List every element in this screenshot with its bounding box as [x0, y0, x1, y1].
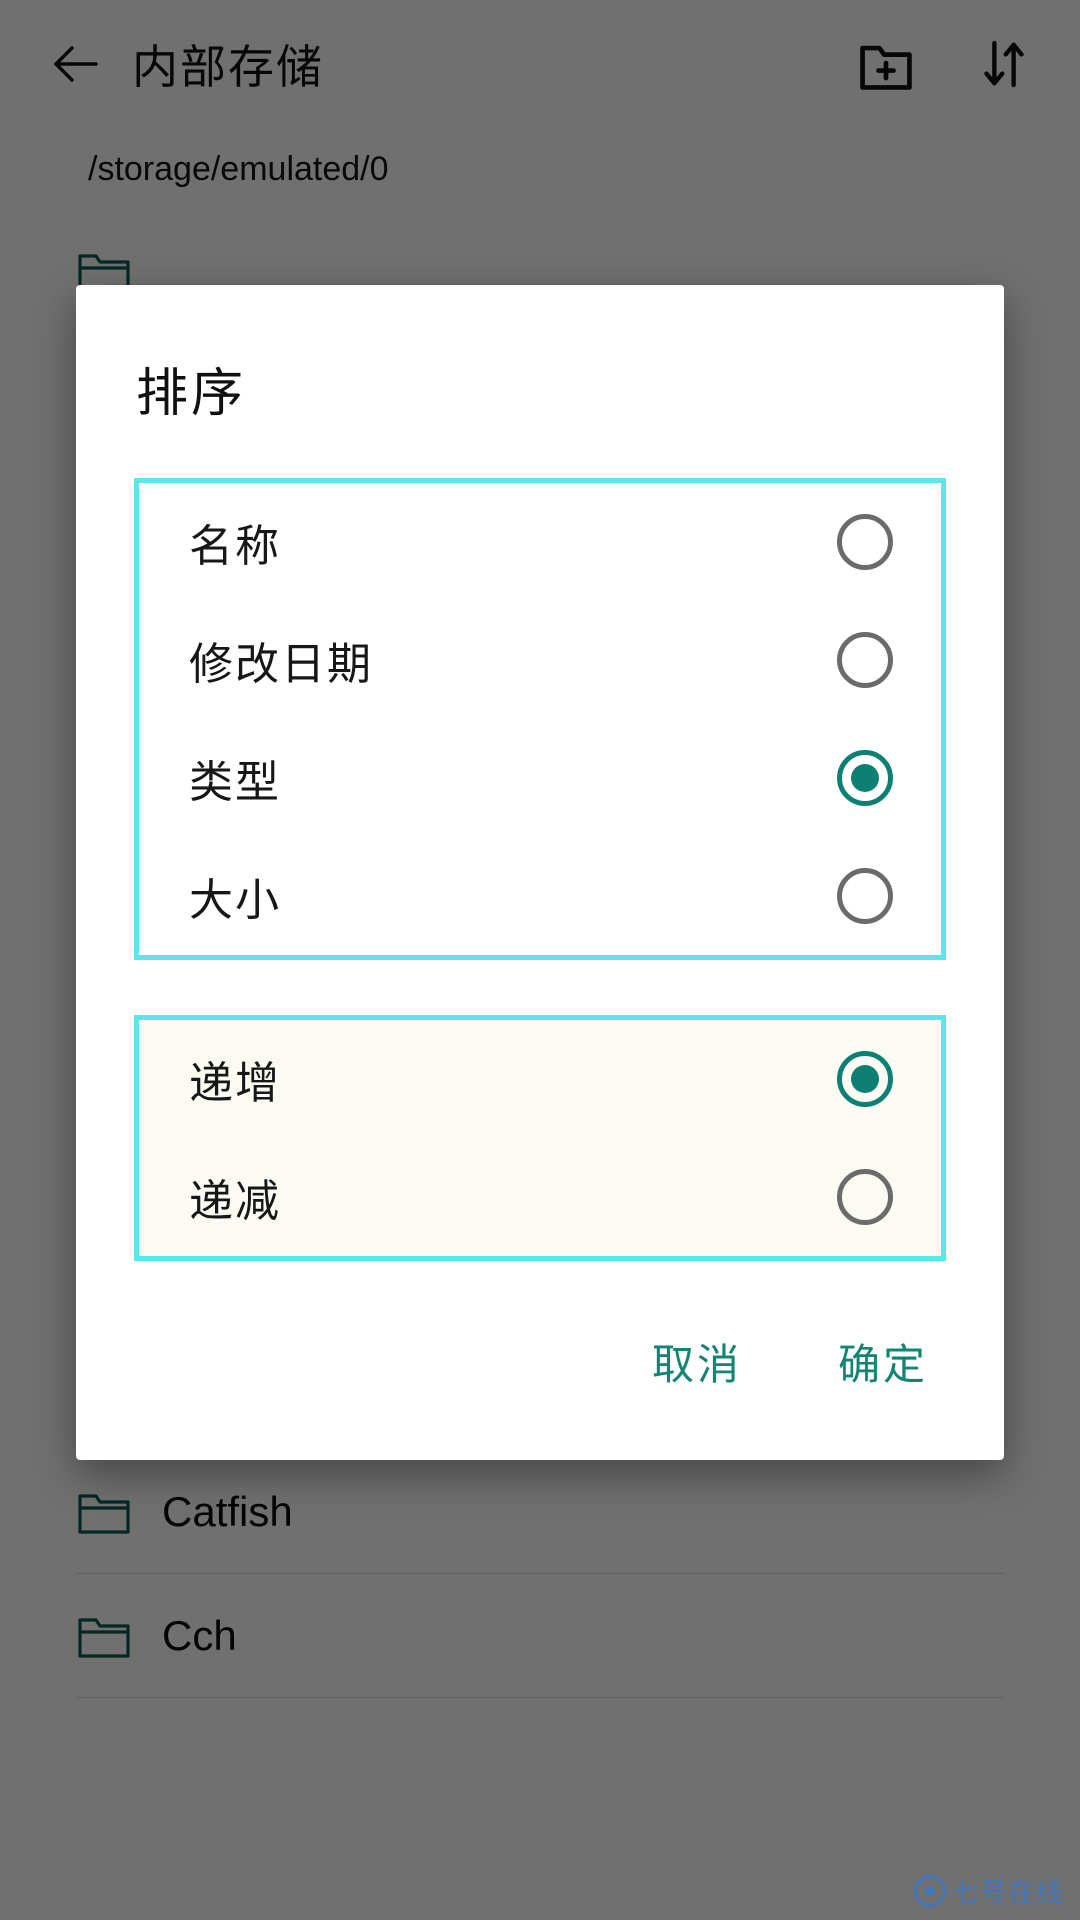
- radio-button[interactable]: [837, 868, 893, 924]
- radio-label: 名称: [189, 522, 281, 571]
- radio-option-modified-date[interactable]: 修改日期: [139, 601, 941, 719]
- radio-button[interactable]: [837, 514, 893, 570]
- radio-option-size[interactable]: 大小: [139, 837, 941, 955]
- cancel-button[interactable]: 取消: [648, 1323, 746, 1400]
- watermark-text: 七号在线: [952, 1878, 1064, 1908]
- sort-order-radio-group: 递增 递减: [134, 1015, 946, 1261]
- radio-button[interactable]: [837, 1169, 893, 1225]
- radio-button-selected[interactable]: [837, 750, 893, 806]
- radio-label: 修改日期: [189, 640, 373, 689]
- radio-option-descending[interactable]: 递减: [139, 1138, 941, 1256]
- watermark: 七号在线: [914, 1871, 1064, 1910]
- watermark-ring-icon: [914, 1874, 946, 1907]
- dialog-title: 排序: [136, 365, 247, 423]
- radio-label: 类型: [189, 758, 281, 807]
- confirm-button[interactable]: 确定: [834, 1323, 932, 1400]
- radio-option-name[interactable]: 名称: [139, 483, 941, 601]
- sort-by-radio-group: 名称 修改日期 类型 大小: [134, 478, 946, 960]
- radio-button[interactable]: [837, 632, 893, 688]
- radio-label: 递减: [189, 1177, 281, 1226]
- sort-dialog: 排序 名称 修改日期 类型 大小 递增 递减 取消 确定: [76, 285, 1004, 1460]
- radio-button-selected[interactable]: [837, 1051, 893, 1107]
- radio-label: 递增: [189, 1059, 281, 1108]
- radio-option-ascending[interactable]: 递增: [139, 1020, 941, 1138]
- radio-label: 大小: [189, 876, 281, 925]
- dialog-actions: 取消 确定: [76, 1261, 1004, 1460]
- radio-option-type[interactable]: 类型: [139, 719, 941, 837]
